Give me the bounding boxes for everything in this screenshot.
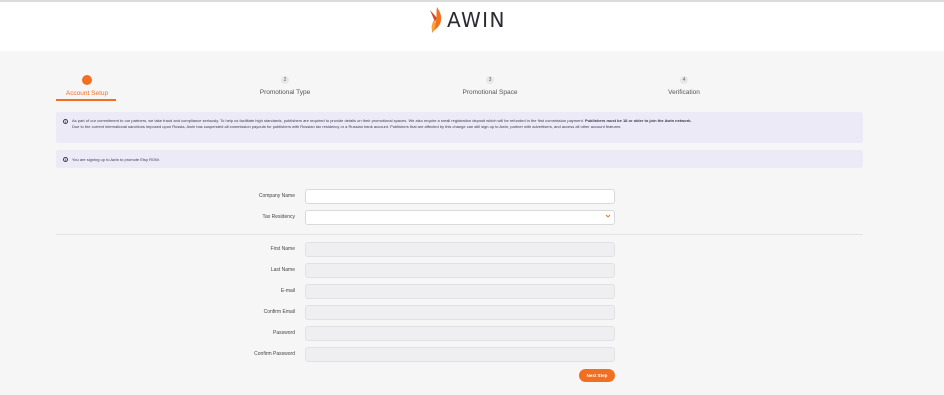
awin-logo: AWIN (428, 6, 506, 34)
password-row: Password (200, 326, 615, 342)
first-name-input[interactable] (305, 242, 615, 257)
company-name-row: Company Name (200, 189, 615, 205)
last-name-input[interactable] (305, 263, 615, 278)
sanctions-text: Due to the current international sanctio… (72, 124, 622, 129)
registration-stepper: Account Setup 2 Promotional Type 3 Promo… (56, 74, 864, 104)
tax-residency-label: Tax Residency (262, 214, 295, 220)
step-2-label: Promotional Type (259, 89, 311, 96)
email-row: E-mail (200, 284, 615, 300)
step-4-indicator: 4 (680, 76, 688, 84)
flame-icon (430, 7, 442, 33)
step-4-label: Verification (668, 89, 700, 96)
header: AWIN (0, 2, 944, 51)
step-3-label: Promotional Space (462, 89, 518, 96)
step-2-indicator: 2 (281, 76, 289, 84)
age-requirement-text: Publishers must be 18 or older to join t… (584, 118, 692, 123)
confirm-email-input[interactable] (305, 305, 615, 320)
tax-residency-row: Tax Residency (200, 210, 615, 226)
info-icon: i (63, 157, 68, 162)
email-label: E-mail (280, 288, 295, 294)
step-promotional-type[interactable]: 2 Promotional Type (255, 74, 315, 96)
last-name-label: Last Name (270, 267, 295, 273)
last-name-row: Last Name (200, 263, 615, 279)
first-name-label: First Name (270, 246, 295, 252)
step-1-indicator (82, 75, 92, 85)
company-name-label: Company Name (258, 193, 295, 199)
signup-notice: i You are signing up to Awin to promote … (56, 150, 863, 168)
first-name-row: First Name (200, 242, 615, 258)
company-name-input[interactable] (305, 189, 615, 204)
confirm-email-row: Confirm Email (200, 305, 615, 321)
confirm-email-label: Confirm Email (263, 309, 295, 315)
password-input[interactable] (305, 326, 615, 341)
compliance-notice: i As part of our commitment to our partn… (56, 112, 863, 143)
step-3-indicator: 3 (486, 76, 494, 84)
confirm-password-label: Confirm Password (254, 351, 295, 357)
brand-name: AWIN (447, 8, 506, 32)
step-promotional-space[interactable]: 3 Promotional Space (457, 74, 523, 96)
email-input[interactable] (305, 284, 615, 299)
step-verification[interactable]: 4 Verification (664, 74, 704, 96)
password-label: Password (273, 330, 295, 336)
active-step-underline (56, 99, 116, 101)
info-icon: i (63, 119, 68, 124)
signup-text: You are signing up to Awin to promote Et… (72, 157, 160, 162)
next-step-button[interactable]: Next Step (579, 369, 615, 382)
tax-residency-select[interactable] (305, 210, 615, 225)
confirm-password-row: Confirm Password (200, 347, 615, 363)
step-1-label: Account Setup (65, 90, 109, 97)
step-account-setup[interactable]: Account Setup (62, 74, 112, 97)
confirm-password-input[interactable] (305, 347, 615, 362)
compliance-text: As part of our commitment to our partner… (72, 118, 584, 123)
section-divider (56, 234, 863, 235)
chevron-down-icon (605, 214, 611, 218)
